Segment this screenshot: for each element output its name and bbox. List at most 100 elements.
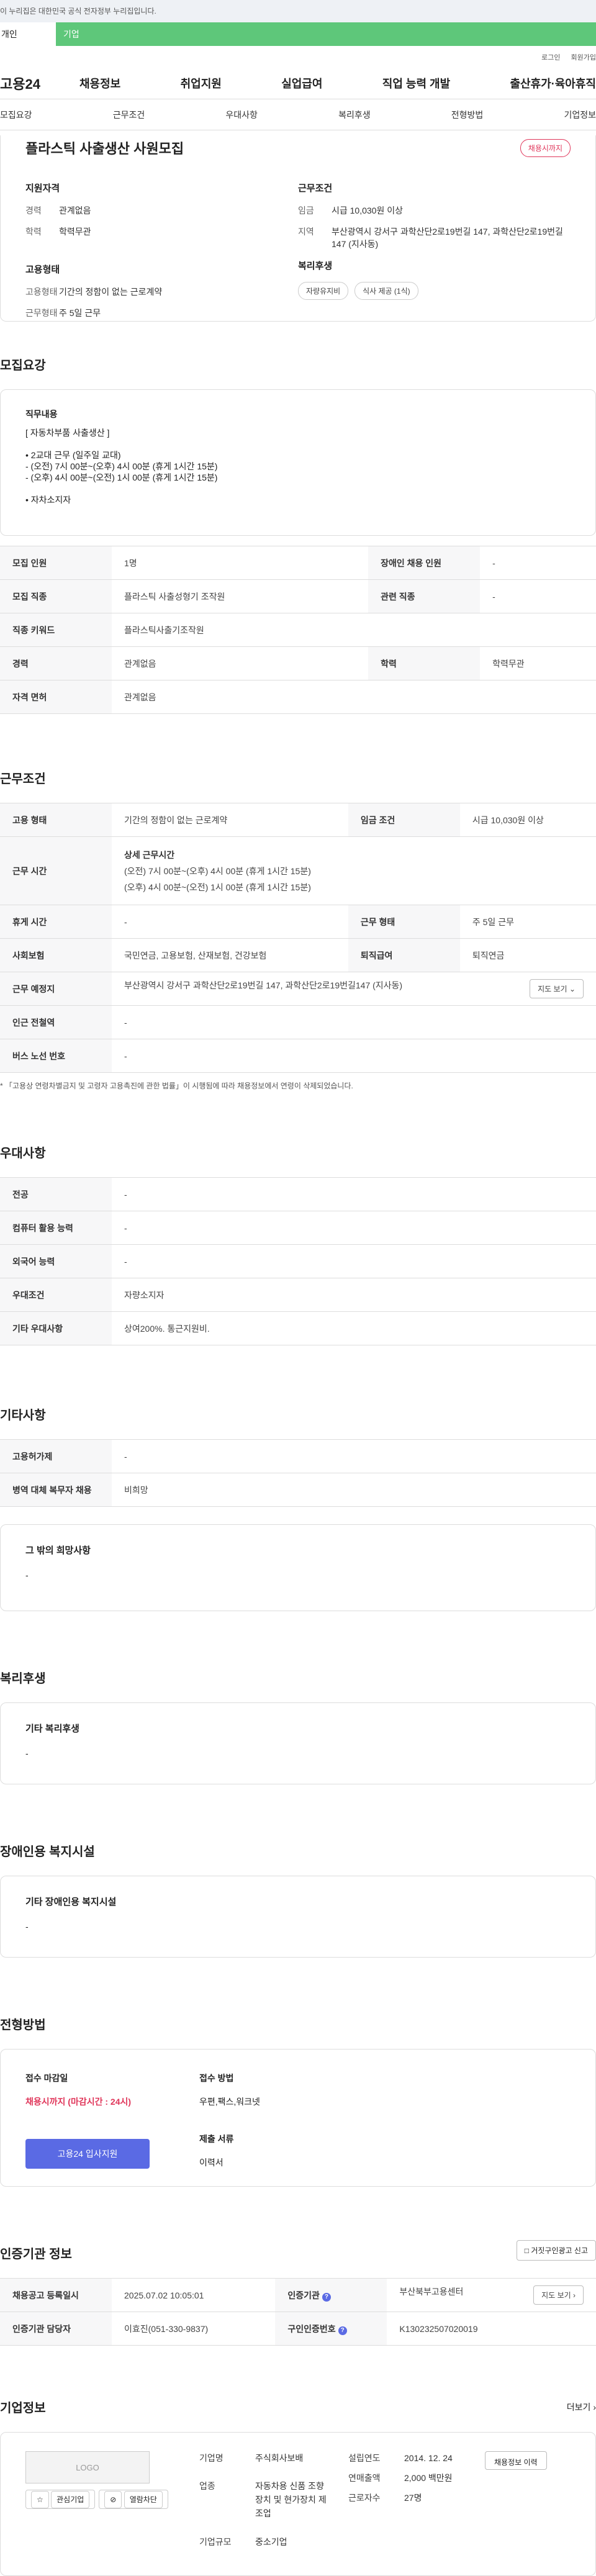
false-ad-report-button[interactable]: □ 거짓구인광고 신고 <box>516 2240 596 2261</box>
work-table: 고용 형태 기간의 정함이 없는 근로계약 임금 조건 시급 10,030원 이… <box>0 803 596 1073</box>
time-line: (오후) 4시 00분~(오전) 1시 00분 (휴게 1시간 15분) <box>124 882 311 892</box>
emptype-key: 고용형태 <box>25 287 58 297</box>
report-icon: □ <box>524 2246 529 2255</box>
table-value: 플라스틱 사출성형기 조작원 <box>112 579 369 613</box>
table-row: 기타 우대사항 상여200%. 통근지원비. <box>0 1311 596 1345</box>
conditions-label: 근무조건 <box>298 183 333 194</box>
help-icon[interactable]: ? <box>338 2326 347 2335</box>
table-value: - <box>112 905 348 939</box>
table-row: 우대조건 자량소지자 <box>0 1278 596 1312</box>
table-key: 컴퓨터 활용 능력 <box>0 1211 112 1245</box>
tab-work-conditions[interactable]: 근무조건 <box>113 109 145 121</box>
table-value: - <box>112 1005 596 1039</box>
workplace-address: 부산광역시 강서구 과학산단2로19번길 147, 과학산단2로19번길147 … <box>124 980 403 990</box>
gnb-item-training[interactable]: 직업 능력 개발 <box>382 75 450 91</box>
login-link[interactable]: 로그인 <box>541 54 560 61</box>
job-line: • 2교대 근무 (일주일 교대) <box>25 450 121 460</box>
etc-heading: 기타사항 <box>0 1409 46 1422</box>
gnb-item-parental-leave[interactable]: 출산휴가·육아휴직 <box>510 75 596 91</box>
other-hope-card: 그 밖의 희망사항 - <box>0 1524 596 1611</box>
tab-welfare[interactable]: 복리후생 <box>338 109 371 121</box>
table-row: 병역 대체 복무자 채용 비희망 <box>0 1473 596 1507</box>
table-key: 자격 면허 <box>0 680 112 714</box>
method-value: 우편,팩스,워크넷 <box>199 2097 260 2107</box>
help-icon[interactable]: ? <box>322 2292 331 2302</box>
org-value: 부산북부고용센터 <box>399 2287 464 2297</box>
other-hope-label: 그 밖의 희망사항 <box>25 1545 91 1556</box>
tab-recruit[interactable]: 모집요강 <box>0 109 32 121</box>
table-value: - <box>112 1211 596 1245</box>
company-more-link[interactable]: 더보기 › <box>567 2401 596 2413</box>
cert-no-key-text: 구인인증번호 <box>287 2323 336 2334</box>
table-row: 인근 전철역 - <box>0 1005 596 1039</box>
table-key: 학력 <box>368 646 481 680</box>
table-value: - <box>480 579 596 613</box>
etc-table: 고용허가제 - 병역 대체 복무자 채용 비희망 <box>0 1439 596 1507</box>
block-view-button[interactable]: ⊘ 열람차단 <box>99 2490 168 2509</box>
chevron-right-icon: › <box>573 2291 576 2300</box>
table-value: K130232507020019 <box>387 2312 596 2346</box>
block-label: 열람차단 <box>124 2491 163 2508</box>
sales-key: 연매출액 <box>348 2473 381 2483</box>
company-card: LOGO ☆ 관심기업 ⊘ 열람차단 기업명 주식회사보배 업종 자동차용 신품 조… <box>0 2432 596 2576</box>
usertype-individual-tab[interactable]: 개인 <box>0 22 56 46</box>
usertype-company-tab[interactable]: 기업 <box>56 22 596 46</box>
usertype-bar: 개인 기업 <box>0 22 596 46</box>
table-key: 채용공고 등록일시 <box>0 2278 112 2312</box>
job-line: • 자차소지자 <box>25 495 71 505</box>
job-history-button[interactable]: 채용정보 이력 <box>485 2451 547 2470</box>
gnb-item-unemployment-benefit[interactable]: 실업급여 <box>281 75 322 91</box>
table-value: 시급 10,030원 이상 <box>459 803 596 837</box>
recruit-heading: 모집요강 <box>0 359 46 373</box>
welfare-tag: 식사 제공 (1식) <box>354 282 418 300</box>
section-tabs: 모집요강 근무조건 우대사항 복리후생 전형방법 기업정보 <box>0 99 596 130</box>
company-header: 기업정보 더보기 › <box>0 2398 596 2416</box>
tab-preferences[interactable]: 우대사항 <box>225 109 258 121</box>
table-key: 모집 인원 <box>0 546 112 580</box>
selection-card: 접수 마감일 채용시까지 (마감시간 : 24시) 고용24 입사지원 접수 방… <box>0 2049 596 2187</box>
established-value: 2014. 12. 24 <box>404 2453 453 2463</box>
gnb-menu: 채용정보 취업지원 실업급여 직업 능력 개발 출산휴가·육아휴직 <box>79 75 596 91</box>
welfare-card: 기타 복리후생 - <box>0 1702 596 1784</box>
table-row: 사회보험 국민연금, 고용보험, 산재보험, 건강보험 퇴직급여 퇴직연금 <box>0 938 596 972</box>
map-view-button[interactable]: 지도 보기 ⌄ <box>530 979 584 998</box>
gnb-item-employment-support[interactable]: 취업지원 <box>181 75 222 91</box>
join-link[interactable]: 회원가입 <box>571 54 596 61</box>
table-value: - <box>112 1439 596 1473</box>
table-value: 자량소지자 <box>112 1278 596 1312</box>
table-key: 근무 예정지 <box>0 972 112 1006</box>
employees-key: 근로자수 <box>348 2493 381 2503</box>
industry-value: 자동차용 신품 조향장치 및 현가장치 제조업 <box>255 2481 327 2519</box>
table-key: 관련 직종 <box>368 579 481 613</box>
job-description-label: 직무내용 <box>25 409 58 419</box>
table-key: 모집 직종 <box>0 579 112 613</box>
table-value: 퇴직연금 <box>459 938 596 972</box>
table-value: 이효진(051-330-9837) <box>112 2312 276 2346</box>
table-value: 관계없음 <box>112 680 596 714</box>
block-icon: ⊘ <box>104 2491 122 2508</box>
org-map-button[interactable]: 지도 보기 › <box>533 2285 584 2305</box>
table-key: 버스 노선 번호 <box>0 1039 112 1073</box>
global-nav: 고용24 채용정보 취업지원 실업급여 직업 능력 개발 출산휴가·육아휴직 <box>0 67 596 99</box>
career-value: 관계없음 <box>59 206 91 215</box>
job-line <box>25 483 571 494</box>
method-label: 접수 방법 <box>199 2073 234 2083</box>
favorite-company-button[interactable]: ☆ 관심기업 <box>25 2490 96 2509</box>
table-value: 관계없음 <box>112 646 369 680</box>
table-key: 장애인 채용 인원 <box>368 546 481 580</box>
employment-label: 고용형태 <box>25 264 60 275</box>
gov-banner: 이 누리집은 대한민국 공식 전자정부 누리집입니다. <box>0 0 596 22</box>
gnb-item-jobs[interactable]: 채용정보 <box>79 75 120 91</box>
company-logo-placeholder: LOGO <box>25 2451 150 2483</box>
welfare-tag: 자량유지비 <box>298 282 349 300</box>
apply-button[interactable]: 고용24 입사지원 <box>25 2139 150 2169</box>
tab-company[interactable]: 기업정보 <box>564 109 596 121</box>
chevron-down-icon: ⌄ <box>569 985 576 993</box>
disabled-card: 기타 장애인용 복지시설 - <box>0 1876 596 1958</box>
table-row: 전공 - <box>0 1177 596 1211</box>
work-heading: 근무조건 <box>0 772 46 786</box>
workform-value: 주 5일 근무 <box>59 308 101 318</box>
sales-value: 2,000 백만원 <box>404 2473 453 2483</box>
tab-selection[interactable]: 전형방법 <box>451 109 484 121</box>
site-logo[interactable]: 고용24 <box>0 73 79 93</box>
